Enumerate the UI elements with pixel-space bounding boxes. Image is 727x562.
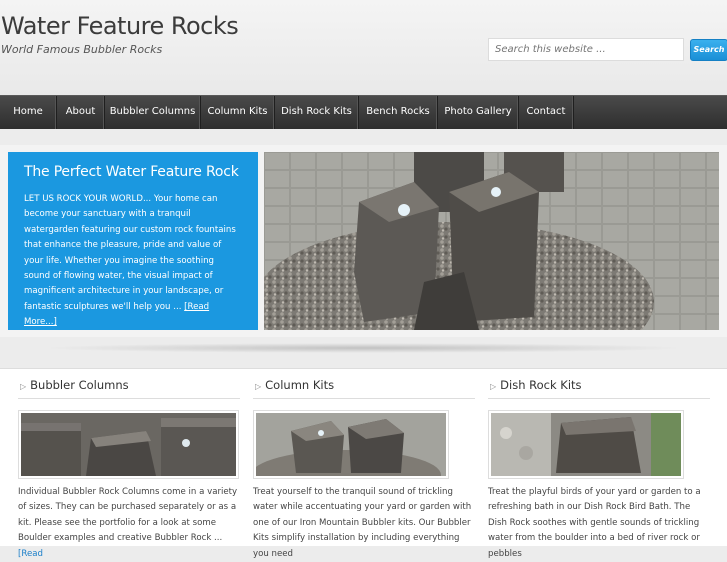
dish-rock-image	[491, 413, 681, 476]
column-title-text[interactable]: Dish Rock Kits	[500, 378, 581, 392]
section-divider	[40, 343, 687, 353]
featured-text: LET US ROCK YOUR WORLD... Your home can …	[24, 192, 242, 331]
bubbler-rocks-image	[264, 152, 719, 330]
site-header: Water Feature Rocks World Famous Bubbler…	[0, 0, 727, 95]
column-excerpt: Individual Bubbler Rock Columns come in …	[18, 485, 240, 562]
column-thumbnail[interactable]	[253, 410, 449, 479]
search-button[interactable]: Search	[690, 39, 727, 61]
nav-item-about[interactable]: About	[57, 96, 105, 129]
search-input[interactable]	[488, 38, 684, 61]
column-kit-image	[254, 413, 446, 478]
arrow-icon: ▷	[490, 382, 497, 391]
column-title: ▷ Column Kits	[253, 378, 475, 399]
arrow-icon: ▷	[255, 382, 262, 391]
bubbler-column-image	[21, 413, 236, 476]
column-title: ▷ Dish Rock Kits	[488, 378, 710, 399]
nav-item-dish-rock-kits[interactable]: Dish Rock Kits	[275, 96, 359, 129]
site-title[interactable]: Water Feature Rocks	[1, 12, 239, 40]
featured-title[interactable]: The Perfect Water Feature Rock	[24, 164, 242, 180]
nav-item-bubbler-columns[interactable]: Bubbler Columns	[105, 96, 201, 129]
column-dish-rock-kits: ▷ Dish Rock Kits Treat the playful birds …	[488, 378, 710, 562]
column-title-text[interactable]: Bubbler Columns	[30, 378, 128, 392]
nav-item-column-kits[interactable]: Column Kits	[201, 96, 275, 129]
column-thumbnail[interactable]	[488, 410, 684, 479]
nav-item-contact[interactable]: Contact	[519, 96, 574, 129]
main-nav: Home About Bubbler Columns Column Kits D…	[0, 95, 727, 129]
column-excerpt: Treat yourself to the tranquil sound of …	[253, 487, 472, 559]
column-column-kits: ▷ Column Kits Treat yourself to the tranq…	[253, 378, 475, 562]
read-more-link[interactable]: [Read	[18, 549, 43, 559]
nav-item-bench-rocks[interactable]: Bench Rocks	[359, 96, 438, 129]
column-title: ▷ Bubbler Columns	[18, 378, 240, 399]
arrow-icon: ▷	[20, 382, 27, 391]
nav-item-home[interactable]: Home	[0, 96, 57, 129]
column-title-text[interactable]: Column Kits	[265, 378, 334, 392]
column-excerpt: Treat the playful birds of your yard or …	[488, 487, 701, 559]
featured-panel: The Perfect Water Feature Rock LET US RO…	[8, 152, 258, 330]
column-bubbler-columns: ▷ Bubbler Columns Individual Bubbler Rock…	[18, 378, 240, 562]
column-thumbnail[interactable]	[18, 410, 239, 479]
site-tagline: World Famous Bubbler Rocks	[1, 43, 163, 56]
featured-excerpt: LET US ROCK YOUR WORLD... Your home can …	[24, 194, 236, 312]
nav-item-photo-gallery[interactable]: Photo Gallery	[438, 96, 519, 129]
featured-image[interactable]	[264, 152, 719, 330]
column-excerpt-text: Individual Bubbler Rock Columns come in …	[18, 487, 238, 544]
